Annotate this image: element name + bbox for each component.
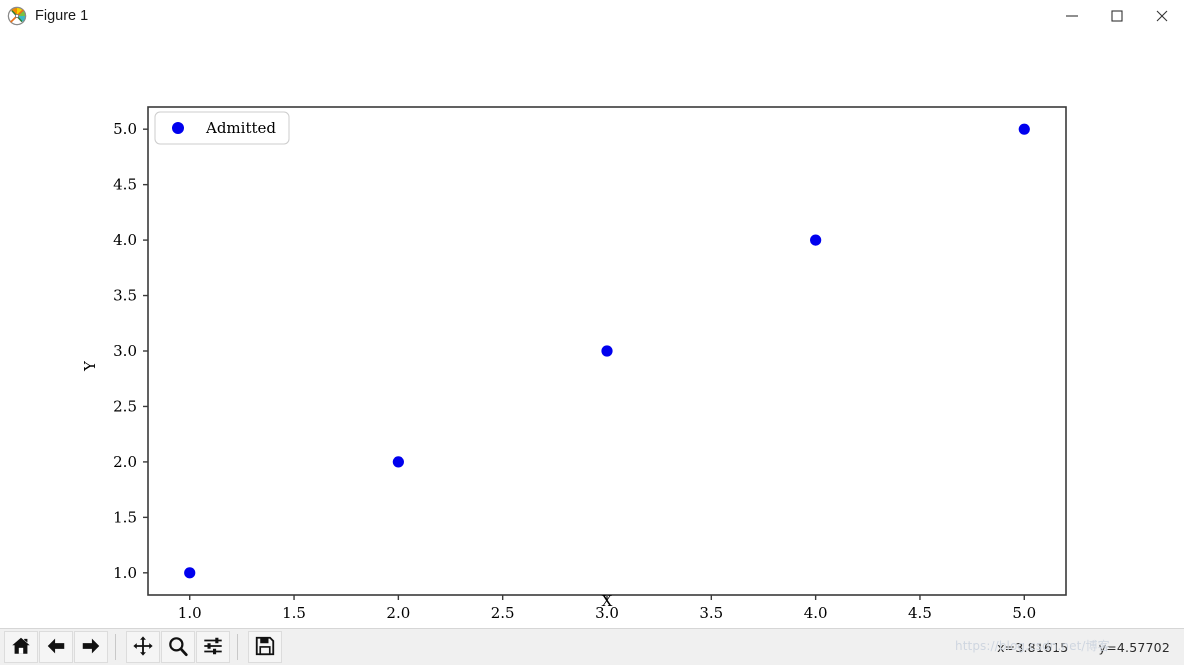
coordinate-readout: x=3.81615 y=4.57702	[997, 640, 1184, 655]
x-tick-label: 1.5	[282, 604, 306, 622]
x-axis-label: X	[602, 592, 613, 610]
minimize-icon	[1065, 9, 1079, 23]
matplotlib-icon	[7, 6, 27, 26]
y-tick-label: 3.0	[113, 342, 137, 360]
data-point[interactable]	[810, 234, 822, 246]
magnifier-icon	[167, 635, 189, 660]
toolbar-separator-2	[237, 634, 238, 660]
y-axis-ticks: 1.0 1.5 2.0 2.5 3.0 3.5 4.0 4.5 5.0	[113, 120, 148, 582]
close-icon	[1155, 9, 1169, 23]
close-button[interactable]	[1139, 0, 1184, 31]
home-icon	[10, 635, 32, 660]
x-tick-label: 3.5	[699, 604, 723, 622]
y-axis-label: Y	[81, 360, 99, 372]
save-button[interactable]	[248, 631, 282, 663]
window-controls	[1049, 0, 1184, 31]
arrow-right-icon	[80, 635, 102, 660]
y-tick-label: 4.0	[113, 231, 137, 249]
data-point[interactable]	[184, 567, 196, 579]
forward-button[interactable]	[74, 631, 108, 663]
y-tick-label: 5.0	[113, 120, 137, 138]
data-point[interactable]	[601, 345, 613, 357]
x-tick-label: 5.0	[1012, 604, 1036, 622]
figure-canvas[interactable]: 1.0 1.5 2.0 2.5 3.0 3.5 4.0 4.5 5.0 1.0 1.5 2.0 2.5…	[0, 31, 1184, 628]
y-tick-label: 4.5	[113, 176, 137, 194]
titlebar-left-group: Figure 1	[0, 6, 88, 26]
coordinate-x: x=3.81615	[997, 639, 1069, 655]
y-tick-label: 3.5	[113, 287, 137, 305]
data-point[interactable]	[1018, 123, 1030, 135]
x-tick-label: 4.5	[908, 604, 932, 622]
scatter-plot[interactable]: 1.0 1.5 2.0 2.5 3.0 3.5 4.0 4.5 5.0 1.0 1.5 2.0 2.5…	[0, 31, 1184, 628]
x-tick-label: 2.5	[491, 604, 515, 622]
sliders-icon	[202, 635, 224, 660]
pan-button[interactable]	[126, 631, 160, 663]
back-button[interactable]	[39, 631, 73, 663]
y-tick-label: 2.0	[113, 453, 137, 471]
legend[interactable]: Admitted	[154, 111, 290, 145]
y-tick-label: 1.5	[113, 508, 137, 526]
toolbar-save-group	[244, 631, 283, 663]
toolbar-nav-group	[0, 631, 109, 663]
legend-label-admitted: Admitted	[205, 119, 276, 137]
y-tick-label: 1.0	[113, 564, 137, 582]
home-button[interactable]	[4, 631, 38, 663]
data-point[interactable]	[392, 456, 404, 468]
y-tick-label: 2.5	[113, 397, 137, 415]
toolbar-tools-group	[122, 631, 231, 663]
coordinate-y: y=4.57702	[1098, 639, 1170, 655]
legend-marker-admitted	[172, 122, 184, 134]
window-title: Figure 1	[35, 7, 89, 24]
floppy-disk-icon	[254, 635, 276, 660]
x-tick-label: 2.0	[386, 604, 410, 622]
arrow-left-icon	[45, 635, 67, 660]
minimize-button[interactable]	[1049, 0, 1094, 31]
configure-subplots-button[interactable]	[196, 631, 230, 663]
maximize-icon	[1110, 9, 1124, 23]
x-tick-label: 4.0	[804, 604, 828, 622]
window-titlebar: Figure 1	[0, 0, 1184, 31]
move-icon	[132, 635, 154, 660]
toolbar-separator-1	[115, 634, 116, 660]
zoom-button[interactable]	[161, 631, 195, 663]
maximize-button[interactable]	[1094, 0, 1139, 31]
x-tick-label: 1.0	[178, 604, 202, 622]
navigation-toolbar: x=3.81615 y=4.57702	[0, 628, 1184, 665]
